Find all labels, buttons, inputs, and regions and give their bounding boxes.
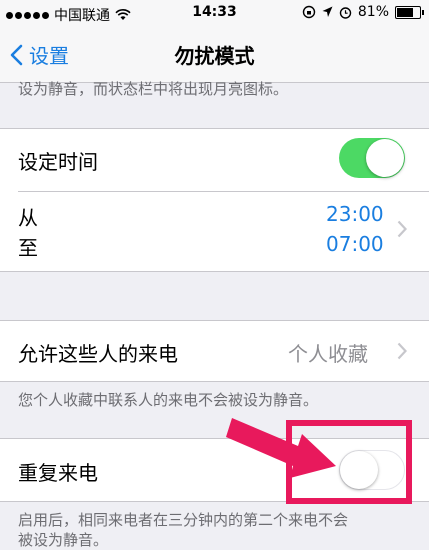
- alarm-icon: [339, 6, 352, 19]
- allow-calls-group: 允许这些人的来电 个人收藏: [0, 320, 429, 382]
- scheduled-row: 设定时间: [18, 129, 429, 189]
- highlight-box: [286, 420, 412, 504]
- scheduled-toggle[interactable]: [339, 138, 405, 178]
- location-icon: [322, 6, 333, 17]
- status-right: 81%: [302, 4, 424, 20]
- chevron-right-icon: [397, 342, 407, 360]
- to-label: 至: [18, 236, 38, 260]
- allow-calls-value: 个人收藏: [288, 342, 368, 366]
- allow-calls-footnote: 您个人收藏中联系人的来电不会被设为静音。: [18, 391, 319, 409]
- silence-footnote: 设为静音，而状态栏中将出现月亮图标。: [18, 80, 289, 98]
- allow-calls-row[interactable]: 允许这些人的来电 个人收藏: [18, 321, 429, 381]
- from-label: 从: [18, 206, 38, 230]
- scheduled-group: 设定时间 从 至 23:00 07:00: [0, 128, 429, 272]
- toggle-knob: [366, 139, 404, 177]
- scheduled-label: 设定时间: [18, 150, 98, 174]
- to-time: 07:00: [326, 232, 384, 256]
- navigation-bar: 设置 勿扰模式: [0, 26, 429, 83]
- schedule-time-row[interactable]: 从 至 23:00 07:00: [18, 192, 429, 271]
- repeated-calls-footnote: 启用后，相同来电者在三分钟内的第二个来电不会 被设为静音。: [18, 510, 348, 550]
- footnote-line-1: 启用后，相同来电者在三分钟内的第二个来电不会: [18, 511, 349, 529]
- battery-icon: [395, 5, 424, 19]
- chevron-right-icon: [397, 220, 407, 238]
- page-title: 勿扰模式: [174, 44, 255, 68]
- battery-percent: 81%: [357, 4, 389, 20]
- repeated-calls-label: 重复来电: [18, 461, 98, 485]
- rotation-lock-icon: [302, 5, 316, 19]
- allow-calls-label: 允许这些人的来电: [18, 342, 178, 366]
- status-bar: 中国联通 14:33 81%: [0, 0, 429, 26]
- from-time: 23:00: [326, 202, 384, 226]
- footnote-line-2: 被设为静音。: [18, 531, 109, 549]
